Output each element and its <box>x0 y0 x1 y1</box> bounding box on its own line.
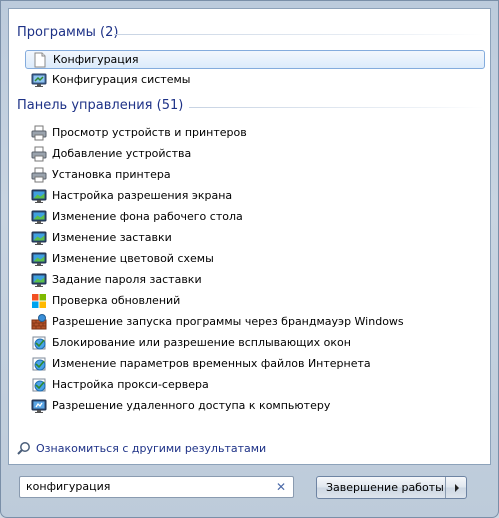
monitor-icon <box>31 251 47 267</box>
monitor-icon <box>31 230 47 246</box>
shutdown-options-button[interactable] <box>445 477 467 498</box>
cp-item-add-device[interactable]: Добавление устройства <box>25 144 485 163</box>
system-config-icon <box>31 72 47 88</box>
monitor-icon <box>31 188 47 204</box>
result-label: Блокирование или разрешение всплывающих … <box>52 336 351 349</box>
firewall-icon <box>31 313 47 330</box>
result-label: Добавление устройства <box>52 147 192 160</box>
result-label: Изменение заставки <box>52 231 172 244</box>
cp-item-firewall-allow[interactable]: Разрешение запуска программы через бранд… <box>25 312 485 331</box>
document-icon <box>32 52 48 68</box>
result-label: Настройка прокси-сервера <box>52 378 209 391</box>
result-system-configuration[interactable]: Конфигурация системы <box>25 70 485 89</box>
remote-access-icon <box>31 398 47 414</box>
cp-item-proxy-settings[interactable]: Настройка прокси-сервера <box>25 375 485 394</box>
monitor-icon <box>31 272 47 288</box>
result-label: Проверка обновлений <box>52 294 181 307</box>
result-configuration[interactable]: Конфигурация <box>25 50 485 69</box>
result-label: Конфигурация <box>53 53 139 66</box>
result-label: Изменение фона рабочего стола <box>52 210 243 223</box>
cp-item-install-printer[interactable]: Установка принтера <box>25 165 485 184</box>
cp-item-check-updates[interactable]: Проверка обновлений <box>25 291 485 310</box>
cp-item-color-scheme[interactable]: Изменение цветовой схемы <box>25 249 485 268</box>
search-results-panel: Программы (2) Конфигурация Конфигурация … <box>8 8 491 465</box>
internet-options-icon <box>31 356 47 372</box>
section-divider <box>114 34 484 35</box>
printer-icon <box>31 125 47 141</box>
result-label: Задание пароля заставки <box>52 273 202 286</box>
cp-item-devices-printers[interactable]: Просмотр устройств и принтеров <box>25 123 485 142</box>
more-results-link[interactable]: Ознакомиться с другими результатами <box>17 441 266 455</box>
result-label: Разрешение запуска программы через бранд… <box>52 315 404 328</box>
result-label: Изменение параметров временных файлов Ин… <box>52 357 371 370</box>
result-label: Изменение цветовой схемы <box>52 252 214 265</box>
monitor-icon <box>31 209 47 225</box>
cp-item-temp-internet-files[interactable]: Изменение параметров временных файлов Ин… <box>25 354 485 373</box>
result-label: Разрешение удаленного доступа к компьюте… <box>52 399 331 412</box>
result-label: Просмотр устройств и принтеров <box>52 126 247 139</box>
internet-options-icon <box>31 335 47 351</box>
cp-item-popup-blocker[interactable]: Блокирование или разрешение всплывающих … <box>25 333 485 352</box>
chevron-right-icon <box>454 483 459 492</box>
cp-item-screen-resolution[interactable]: Настройка разрешения экрана <box>25 186 485 205</box>
section-title-control-panel: Панель управления (51) <box>17 98 184 113</box>
section-divider <box>189 107 484 108</box>
cp-item-desktop-background[interactable]: Изменение фона рабочего стола <box>25 207 485 226</box>
internet-options-icon <box>31 377 47 393</box>
shutdown-label: Завершение работы <box>326 481 444 494</box>
cp-item-remote-access[interactable]: Разрешение удаленного доступа к компьюте… <box>25 396 485 415</box>
printer-icon <box>31 167 47 183</box>
search-input[interactable]: конфигурация <box>19 476 294 498</box>
windows-update-icon <box>31 293 47 309</box>
result-label: Конфигурация системы <box>52 73 191 86</box>
result-label: Установка принтера <box>52 168 171 181</box>
printer-icon <box>31 146 47 162</box>
more-results-label: Ознакомиться с другими результатами <box>36 441 267 455</box>
result-label: Настройка разрешения экрана <box>52 189 233 202</box>
cp-item-screensaver-password[interactable]: Задание пароля заставки <box>25 270 485 289</box>
section-title-programs: Программы (2) <box>17 25 119 40</box>
magnifier-icon <box>17 442 30 455</box>
clear-search-icon[interactable]: ✕ <box>274 480 288 494</box>
cp-item-screensaver[interactable]: Изменение заставки <box>25 228 485 247</box>
